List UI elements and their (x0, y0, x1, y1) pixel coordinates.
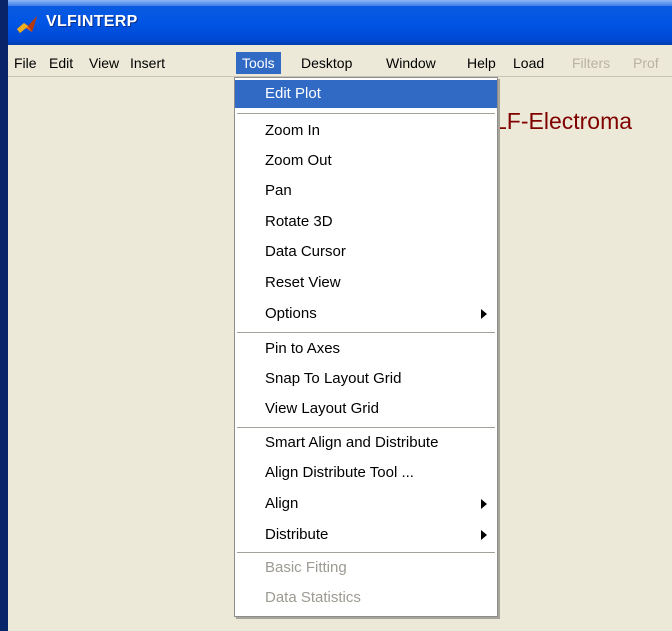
menu-item-label: Options (265, 305, 317, 322)
menu-item-align[interactable]: Align (235, 490, 497, 518)
menu-item-pan[interactable]: Pan (235, 177, 497, 205)
submenu-arrow-icon (481, 309, 487, 319)
window-frame-left (0, 0, 8, 631)
menu-item-view-layout-grid[interactable]: View Layout Grid (235, 395, 497, 423)
menu-item-zoom-out[interactable]: Zoom Out (235, 147, 497, 175)
menu-bar: File Edit View Insert Tools Desktop Wind… (8, 50, 672, 77)
menu-item-label: Pin to Axes (265, 340, 341, 357)
menu-item-label: Rotate 3D (265, 213, 333, 230)
tools-dropdown-menu: Edit Plot Zoom In Zoom Out Pan Rotate 3D… (234, 77, 498, 617)
menu-window[interactable]: Window (386, 53, 436, 73)
menu-edit[interactable]: Edit (49, 53, 73, 73)
menu-item-reset-view[interactable]: Reset View (235, 269, 497, 297)
menu-separator (237, 552, 495, 553)
menu-view[interactable]: View (89, 53, 119, 73)
menu-file[interactable]: File (14, 53, 37, 73)
menu-item-label: Pan (265, 182, 292, 199)
menu-separator (237, 427, 495, 428)
menu-item-smart-align[interactable]: Smart Align and Distribute (235, 429, 497, 457)
title-bar[interactable]: VLFINTERP (8, 0, 672, 45)
menu-item-data-statistics[interactable]: Data Statistics (235, 584, 497, 612)
menu-prof[interactable]: Prof (633, 53, 659, 73)
menu-item-label: Align (265, 495, 299, 512)
menu-item-data-cursor[interactable]: Data Cursor (235, 238, 497, 266)
matlab-icon (16, 14, 38, 36)
menu-item-label: Smart Align and Distribute (265, 434, 439, 451)
menu-item-pin-to-axes[interactable]: Pin to Axes (235, 335, 497, 363)
submenu-arrow-icon (481, 499, 487, 509)
menu-item-distribute[interactable]: Distribute (235, 521, 497, 549)
menu-separator (237, 113, 495, 114)
menu-item-label: Data Cursor (265, 243, 346, 260)
title-bar-top-strip (8, 0, 672, 6)
menu-item-snap-to-layout-grid[interactable]: Snap To Layout Grid (235, 365, 497, 393)
menu-item-options[interactable]: Options (235, 300, 497, 328)
menu-item-label: Zoom In (265, 122, 321, 139)
menu-desktop[interactable]: Desktop (301, 53, 352, 73)
submenu-arrow-icon (481, 530, 487, 540)
menu-item-label: Zoom Out (265, 152, 332, 169)
menu-separator (237, 332, 495, 333)
plot-title: LF-Electroma (494, 108, 633, 134)
menu-filters[interactable]: Filters (572, 53, 610, 73)
menu-tools[interactable]: Tools (236, 52, 281, 74)
menu-item-edit-plot[interactable]: Edit Plot (235, 80, 497, 108)
menu-insert[interactable]: Insert (130, 53, 165, 73)
window-title: VLFINTERP (46, 13, 138, 30)
menu-item-rotate-3d[interactable]: Rotate 3D (235, 208, 497, 236)
menu-item-label: View Layout Grid (265, 400, 379, 417)
menu-item-basic-fitting[interactable]: Basic Fitting (235, 554, 497, 582)
menu-item-align-distribute-tool[interactable]: Align Distribute Tool ... (235, 459, 497, 487)
menu-item-label: Reset View (265, 274, 341, 291)
menu-item-label: Snap To Layout Grid (265, 370, 402, 387)
menu-item-zoom-in[interactable]: Zoom In (235, 117, 497, 145)
menu-item-label: Edit Plot (265, 85, 321, 102)
menu-item-label: Basic Fitting (265, 559, 347, 576)
menu-help[interactable]: Help (467, 53, 496, 73)
menu-item-label: Distribute (265, 526, 329, 543)
menu-load[interactable]: Load (513, 53, 544, 73)
menu-item-label: Data Statistics (265, 589, 361, 606)
menu-item-label: Align Distribute Tool ... (265, 464, 414, 481)
